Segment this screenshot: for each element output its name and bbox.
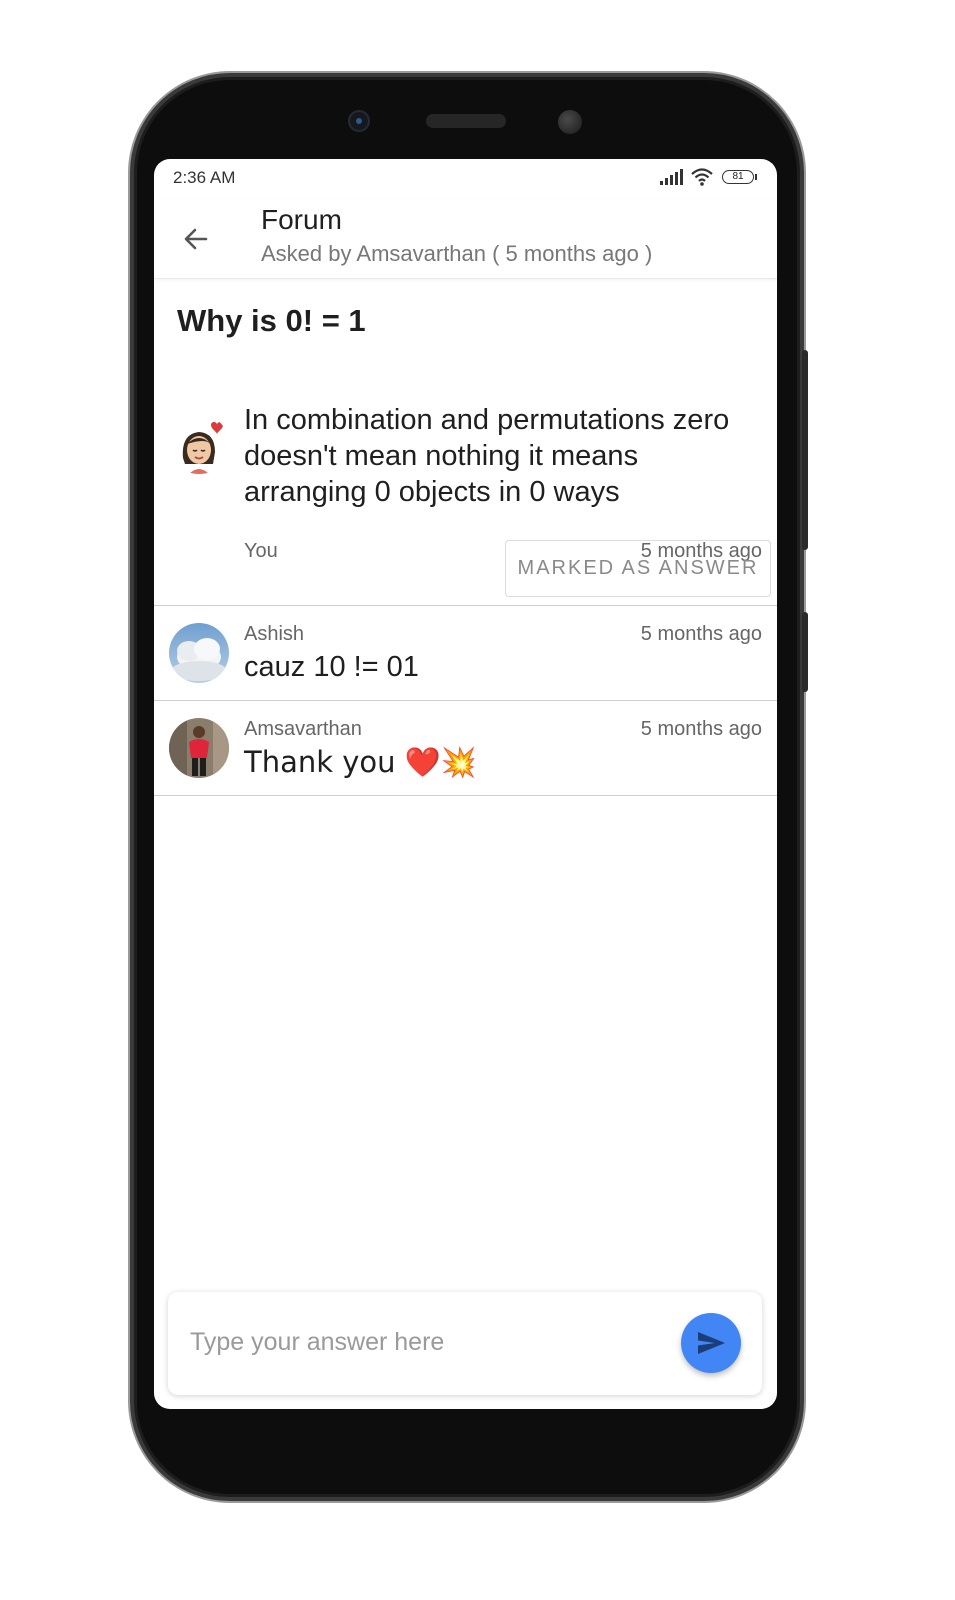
status-bar: 2:36 AM 81 [154, 159, 777, 199]
answer-time: 5 months ago [640, 623, 762, 645]
person-photo-avatar [169, 718, 229, 778]
proximity-sensor [558, 110, 582, 134]
app-bar: Forum Asked by Amsavarthan ( 5 months ag… [154, 199, 777, 279]
volume-button [802, 350, 808, 550]
clouds-avatar [169, 623, 229, 683]
power-button [802, 612, 808, 692]
battery-icon: 81 [722, 170, 757, 184]
answer-text: Thank you ❤️💥 [244, 745, 477, 779]
front-camera [348, 110, 370, 132]
back-button[interactable] [178, 221, 214, 257]
arrow-left-icon [184, 228, 208, 250]
answer-author: Amsavarthan [244, 718, 362, 740]
answer-text: In combination and permutations zero doe… [244, 404, 730, 508]
send-icon [698, 1332, 725, 1354]
answer-input[interactable] [190, 1320, 660, 1364]
answer-author: Ashish [244, 623, 305, 645]
page-title: Forum [261, 204, 342, 235]
answer-time: 5 months ago [640, 718, 762, 740]
marked-as-answer-button[interactable]: MARKED AS ANSWER [505, 540, 771, 597]
answer-author: You [244, 540, 278, 562]
answer-item: Ashish 5 months ago cauz 10 != 01 [154, 606, 777, 701]
status-time: 2:36 AM [173, 168, 236, 187]
answer-composer [168, 1292, 762, 1395]
app-screen: 2:36 AM 81 Forum Asked by Amsavarthan ( … [154, 159, 777, 1409]
earpiece-speaker [426, 114, 506, 128]
answer-item: You 5 months ago In combination and perm… [154, 374, 777, 606]
signal-icon [660, 169, 683, 185]
answer-text: cauz 10 != 01 [244, 651, 419, 683]
wifi-icon [691, 168, 713, 186]
bitmoji-avatar [169, 414, 229, 474]
page-subtitle: Asked by Amsavarthan ( 5 months ago ) [261, 241, 653, 266]
answer-item: Amsavarthan 5 months ago Thank you ❤️💥 [154, 701, 777, 796]
question-title: Why is 0! = 1 [177, 303, 366, 338]
send-button[interactable] [681, 1313, 741, 1373]
